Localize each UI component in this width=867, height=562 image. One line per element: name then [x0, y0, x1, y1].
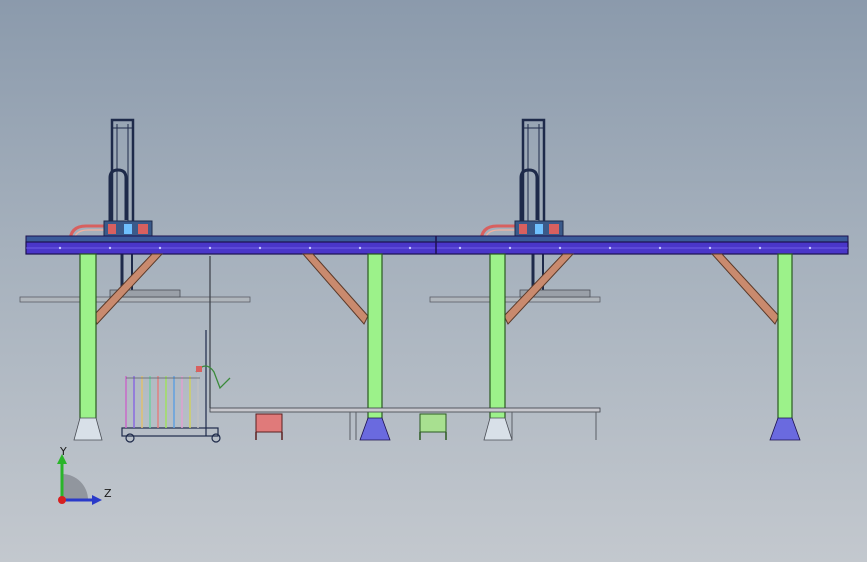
- z-axis-mast-1: [110, 118, 135, 238]
- column-4: [769, 253, 801, 441]
- braces: [92, 253, 780, 325]
- gantry-unit-2: [429, 118, 601, 303]
- z-axis-mast-2: [521, 118, 546, 238]
- rack-cart: [121, 330, 231, 443]
- triad-origin: [58, 496, 66, 504]
- brace-1: [92, 253, 164, 325]
- workpiece-1: [19, 296, 251, 303]
- brace-4: [710, 253, 780, 325]
- stand-green: [419, 413, 447, 440]
- coordinate-triad: Y Z: [57, 445, 112, 505]
- y-axis-label: Y: [59, 445, 67, 458]
- brace-2: [301, 253, 369, 325]
- stand-red: [255, 413, 283, 440]
- z-axis-label: Z: [104, 487, 112, 500]
- triad-arc: [62, 474, 88, 500]
- main-beam: [25, 235, 849, 255]
- cart-wheel-left: [125, 433, 135, 443]
- workpiece-2: [429, 296, 601, 303]
- column-1: [73, 253, 103, 441]
- cad-viewport[interactable]: Y Z: [0, 0, 867, 562]
- cart-wheel-right: [211, 433, 221, 443]
- brace-3: [503, 253, 575, 325]
